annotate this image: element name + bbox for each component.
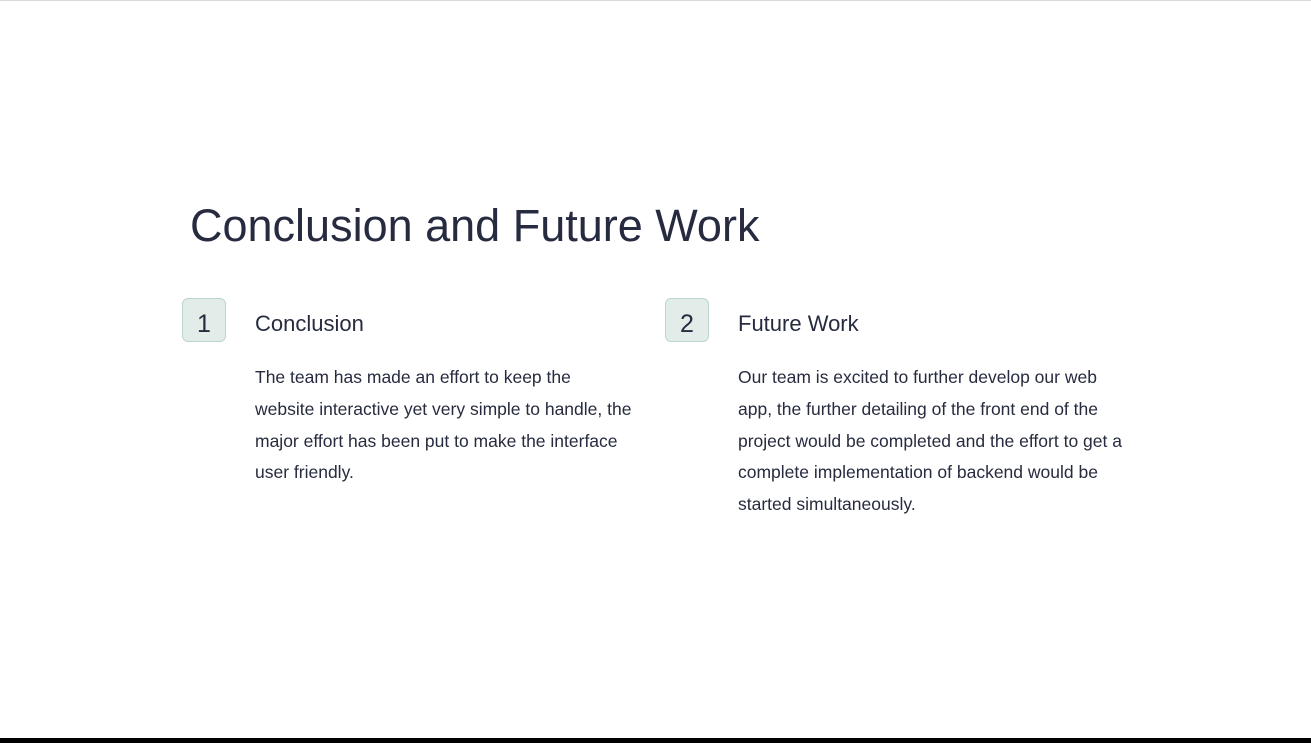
item-number-badge-2: 2 (665, 298, 709, 342)
slide-top-border (0, 0, 1311, 1)
item-heading-future-work: Future Work (738, 311, 859, 336)
item-body-future-work: Our team is excited to further develop o… (738, 367, 1122, 515)
item-heading-conclusion: Conclusion (255, 311, 364, 336)
item-number-badge-1: 1 (182, 298, 226, 342)
item-body-conclusion: The team has made an effort to keep the … (255, 367, 632, 483)
slide-bottom-bar (0, 738, 1311, 743)
slide-title: Conclusion and Future Work (190, 200, 760, 251)
